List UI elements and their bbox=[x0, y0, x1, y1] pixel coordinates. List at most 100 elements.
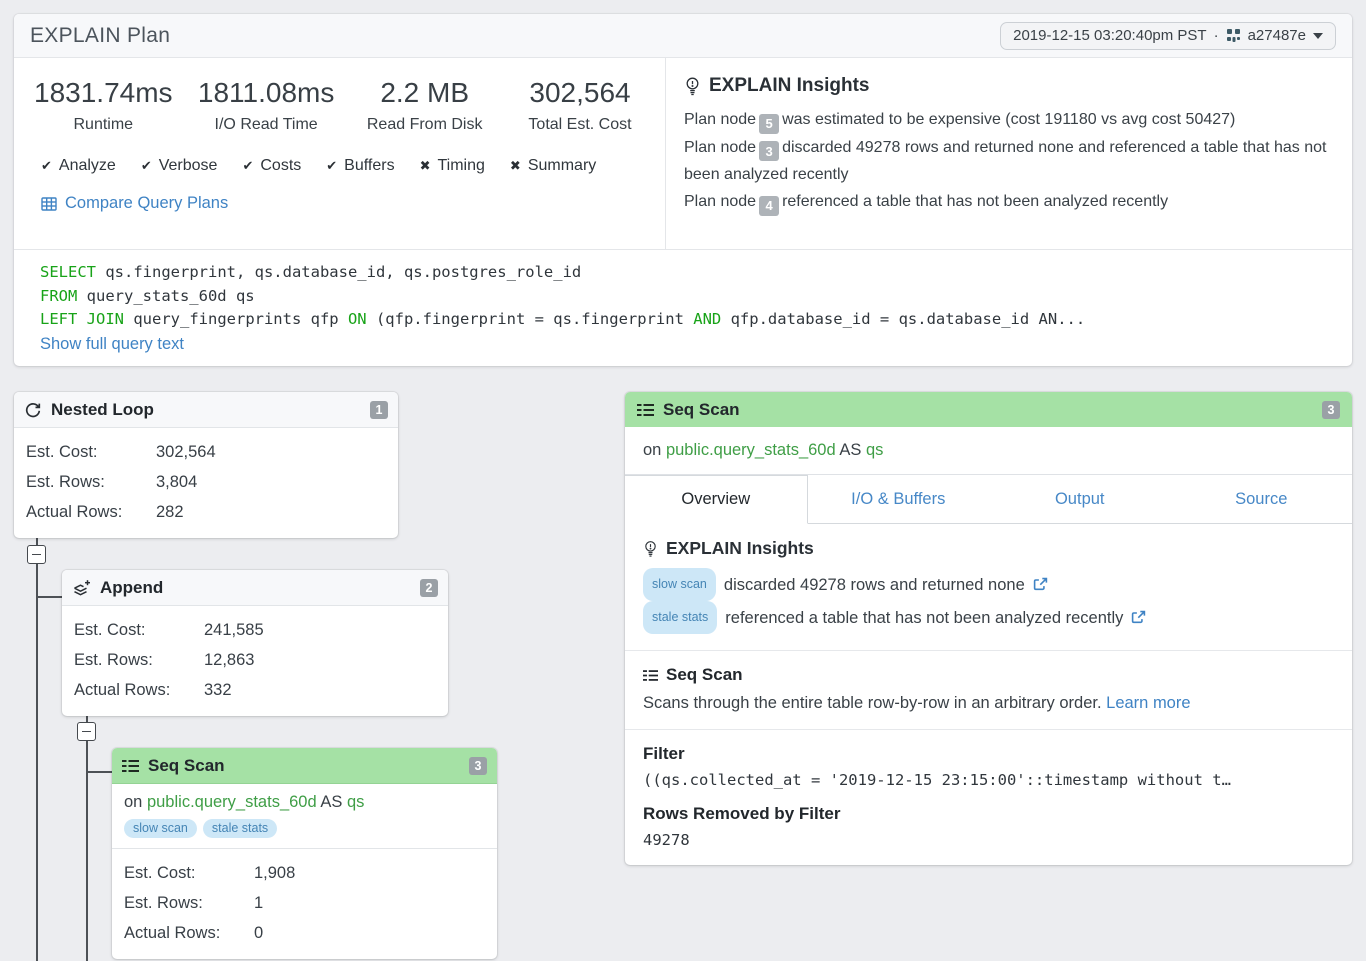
table-grid-icon bbox=[41, 196, 57, 212]
sql-line: FROM query_stats_60d qs bbox=[40, 285, 1326, 309]
metric-read-from-disk: 2.2 MB Read From Disk bbox=[360, 76, 490, 134]
insights-title-row: EXPLAIN Insights bbox=[684, 75, 1332, 97]
detail-tabs: Overview I/O & Buffers Output Source bbox=[625, 475, 1352, 524]
node-number-badge: 3 bbox=[1322, 401, 1340, 419]
node-stats: Est. Cost:1,908 Est. Rows:1 Actual Rows:… bbox=[112, 849, 497, 959]
tree-connector-line bbox=[86, 703, 88, 961]
stat-row: Actual Rows:282 bbox=[26, 497, 386, 527]
explain-plan-card: EXPLAIN Plan 2019-12-15 03:20:40pm PST ·… bbox=[14, 14, 1352, 366]
stat-row: Est. Rows:3,804 bbox=[26, 467, 386, 497]
flag-summary: ✖Summary bbox=[510, 157, 596, 175]
flag-costs: ✔Costs bbox=[242, 157, 301, 175]
check-icon: ✔ bbox=[326, 159, 337, 174]
collapse-node-button[interactable] bbox=[27, 545, 46, 564]
node-number-badge: 3 bbox=[469, 757, 487, 775]
page-title: EXPLAIN Plan bbox=[30, 24, 170, 48]
insight-item: Plan node5was estimated to be expensive … bbox=[684, 106, 1332, 134]
node-stats: Est. Cost:241,585 Est. Rows:12,863 Actua… bbox=[62, 606, 448, 716]
plan-timestamp: 2019-12-15 03:20:40pm PST bbox=[1013, 27, 1206, 44]
node-info-title: Seq Scan bbox=[666, 665, 743, 685]
explain-plan-page: EXPLAIN Plan 2019-12-15 03:20:40pm PST ·… bbox=[0, 0, 1366, 961]
node-title: Append bbox=[100, 578, 163, 598]
plan-selector-dropdown[interactable]: 2019-12-15 03:20:40pm PST · a27487e bbox=[1000, 22, 1336, 50]
detail-insights-section: EXPLAIN Insights slow scan discarded 492… bbox=[625, 524, 1352, 651]
append-layers-icon bbox=[72, 579, 91, 597]
check-icon: ✔ bbox=[41, 159, 52, 174]
collapse-node-button[interactable] bbox=[77, 722, 96, 741]
sql-line: LEFT JOIN query_fingerprints qfp ON (qfp… bbox=[40, 308, 1326, 332]
flag-timing: ✖Timing bbox=[420, 157, 485, 175]
flag-buffers: ✔Buffers bbox=[326, 157, 394, 175]
query-text-section: SELECT qs.fingerprint, qs.database_id, q… bbox=[14, 250, 1352, 366]
tag-stale-stats: stale stats bbox=[643, 601, 717, 634]
plan-node-card-append[interactable]: Append 2 Est. Cost:241,585 Est. Rows:12,… bbox=[62, 570, 448, 716]
filter-expression: ((qs.collected_at = '2019-12-15 23:15:00… bbox=[643, 771, 1334, 789]
external-link-icon[interactable] bbox=[1131, 610, 1146, 625]
insight-item: Plan node3discarded 49278 rows and retur… bbox=[684, 134, 1332, 189]
metric-label: Total Est. Cost bbox=[515, 116, 645, 134]
tab-overview[interactable]: Overview bbox=[625, 475, 808, 524]
rows-removed-value: 49278 bbox=[643, 831, 1334, 849]
detail-relation-row: on public.query_stats_60d AS qs bbox=[625, 427, 1352, 475]
plan-node-ref-5[interactable]: 5 bbox=[759, 114, 779, 134]
node-detail-panel: Seq Scan 3 on public.query_stats_60d AS … bbox=[625, 392, 1352, 865]
tag-slow-scan: slow scan bbox=[124, 819, 197, 838]
detail-node-title: Seq Scan bbox=[663, 400, 740, 420]
metric-value: 1831.74ms bbox=[34, 76, 173, 110]
metric-value: 302,564 bbox=[515, 76, 645, 110]
rows-removed-label: Rows Removed by Filter bbox=[643, 804, 1334, 824]
lightbulb-icon bbox=[684, 77, 701, 96]
node-stats: Est. Cost:302,564 Est. Rows:3,804 Actual… bbox=[14, 428, 398, 538]
metric-value: 2.2 MB bbox=[360, 76, 490, 110]
tab-output[interactable]: Output bbox=[989, 475, 1171, 523]
tree-connector-line bbox=[87, 771, 112, 773]
node-info-title-row: Seq Scan bbox=[643, 665, 1334, 685]
alias-link[interactable]: qs bbox=[347, 793, 364, 811]
detail-insights-title: EXPLAIN Insights bbox=[666, 538, 814, 559]
plan-node-card-nested-loop[interactable]: Nested Loop 1 Est. Cost:302,564 Est. Row… bbox=[14, 392, 398, 538]
stat-row: Est. Cost:302,564 bbox=[26, 437, 386, 467]
metric-io-read-time: 1811.08ms I/O Read Time bbox=[198, 76, 334, 134]
sql-line: SELECT qs.fingerprint, qs.database_id, q… bbox=[40, 261, 1326, 285]
stat-row: Actual Rows:332 bbox=[74, 675, 436, 705]
compare-query-plans-link[interactable]: Compare Query Plans bbox=[41, 194, 228, 213]
node-title: Seq Scan bbox=[148, 756, 225, 776]
tag-stale-stats: stale stats bbox=[203, 819, 277, 838]
plan-node-ref-4[interactable]: 4 bbox=[759, 196, 779, 216]
plan-fingerprint: a27487e bbox=[1248, 27, 1306, 44]
detail-panel-header: Seq Scan 3 bbox=[625, 392, 1352, 427]
plan-metrics: 1831.74ms Runtime 1811.08ms I/O Read Tim… bbox=[28, 76, 651, 134]
table-link[interactable]: public.query_stats_60d bbox=[147, 793, 317, 811]
plan-node-card-seq-scan[interactable]: Seq Scan 3 on public.query_stats_60d AS … bbox=[112, 748, 497, 959]
tag-slow-scan: slow scan bbox=[643, 568, 716, 601]
explain-insights-panel: EXPLAIN Insights Plan node5was estimated… bbox=[666, 58, 1352, 249]
external-link-icon[interactable] bbox=[1033, 577, 1048, 592]
detail-insights-title-row: EXPLAIN Insights bbox=[643, 538, 1334, 559]
node-card-header: Nested Loop 1 bbox=[14, 392, 398, 428]
tab-io-buffers[interactable]: I/O & Buffers bbox=[808, 475, 990, 523]
alias-link[interactable]: qs bbox=[866, 441, 883, 459]
stat-row: Est. Rows:1 bbox=[124, 888, 485, 918]
learn-more-link[interactable]: Learn more bbox=[1106, 694, 1190, 712]
metric-label: Read From Disk bbox=[360, 116, 490, 134]
stat-row: Est. Cost:241,585 bbox=[74, 615, 436, 645]
plan-separator: · bbox=[1214, 27, 1219, 44]
explain-plan-header: EXPLAIN Plan 2019-12-15 03:20:40pm PST ·… bbox=[14, 14, 1352, 58]
plan-fingerprint-icon bbox=[1226, 28, 1241, 43]
flag-verbose: ✔Verbose bbox=[141, 157, 218, 175]
metric-runtime: 1831.74ms Runtime bbox=[34, 76, 173, 134]
metric-label: I/O Read Time bbox=[198, 116, 334, 134]
stat-row: Actual Rows:0 bbox=[124, 918, 485, 948]
explain-option-flags: ✔Analyze ✔Verbose ✔Costs ✔Buffers ✖Timin… bbox=[28, 157, 651, 175]
show-full-query-link[interactable]: Show full query text bbox=[40, 335, 184, 354]
plan-summary-body: 1831.74ms Runtime 1811.08ms I/O Read Tim… bbox=[14, 58, 1352, 250]
check-icon: ✔ bbox=[242, 159, 253, 174]
tab-source[interactable]: Source bbox=[1171, 475, 1353, 523]
filter-label: Filter bbox=[643, 744, 1334, 764]
detail-filter-section: Filter ((qs.collected_at = '2019-12-15 2… bbox=[625, 730, 1352, 865]
plan-node-ref-3[interactable]: 3 bbox=[759, 141, 779, 161]
table-link[interactable]: public.query_stats_60d bbox=[666, 441, 836, 459]
flag-analyze: ✔Analyze bbox=[41, 157, 116, 175]
node-info-description: Scans through the entire table row-by-ro… bbox=[643, 694, 1334, 713]
detail-insight-item: slow scan discarded 49278 rows and retur… bbox=[643, 568, 1334, 601]
